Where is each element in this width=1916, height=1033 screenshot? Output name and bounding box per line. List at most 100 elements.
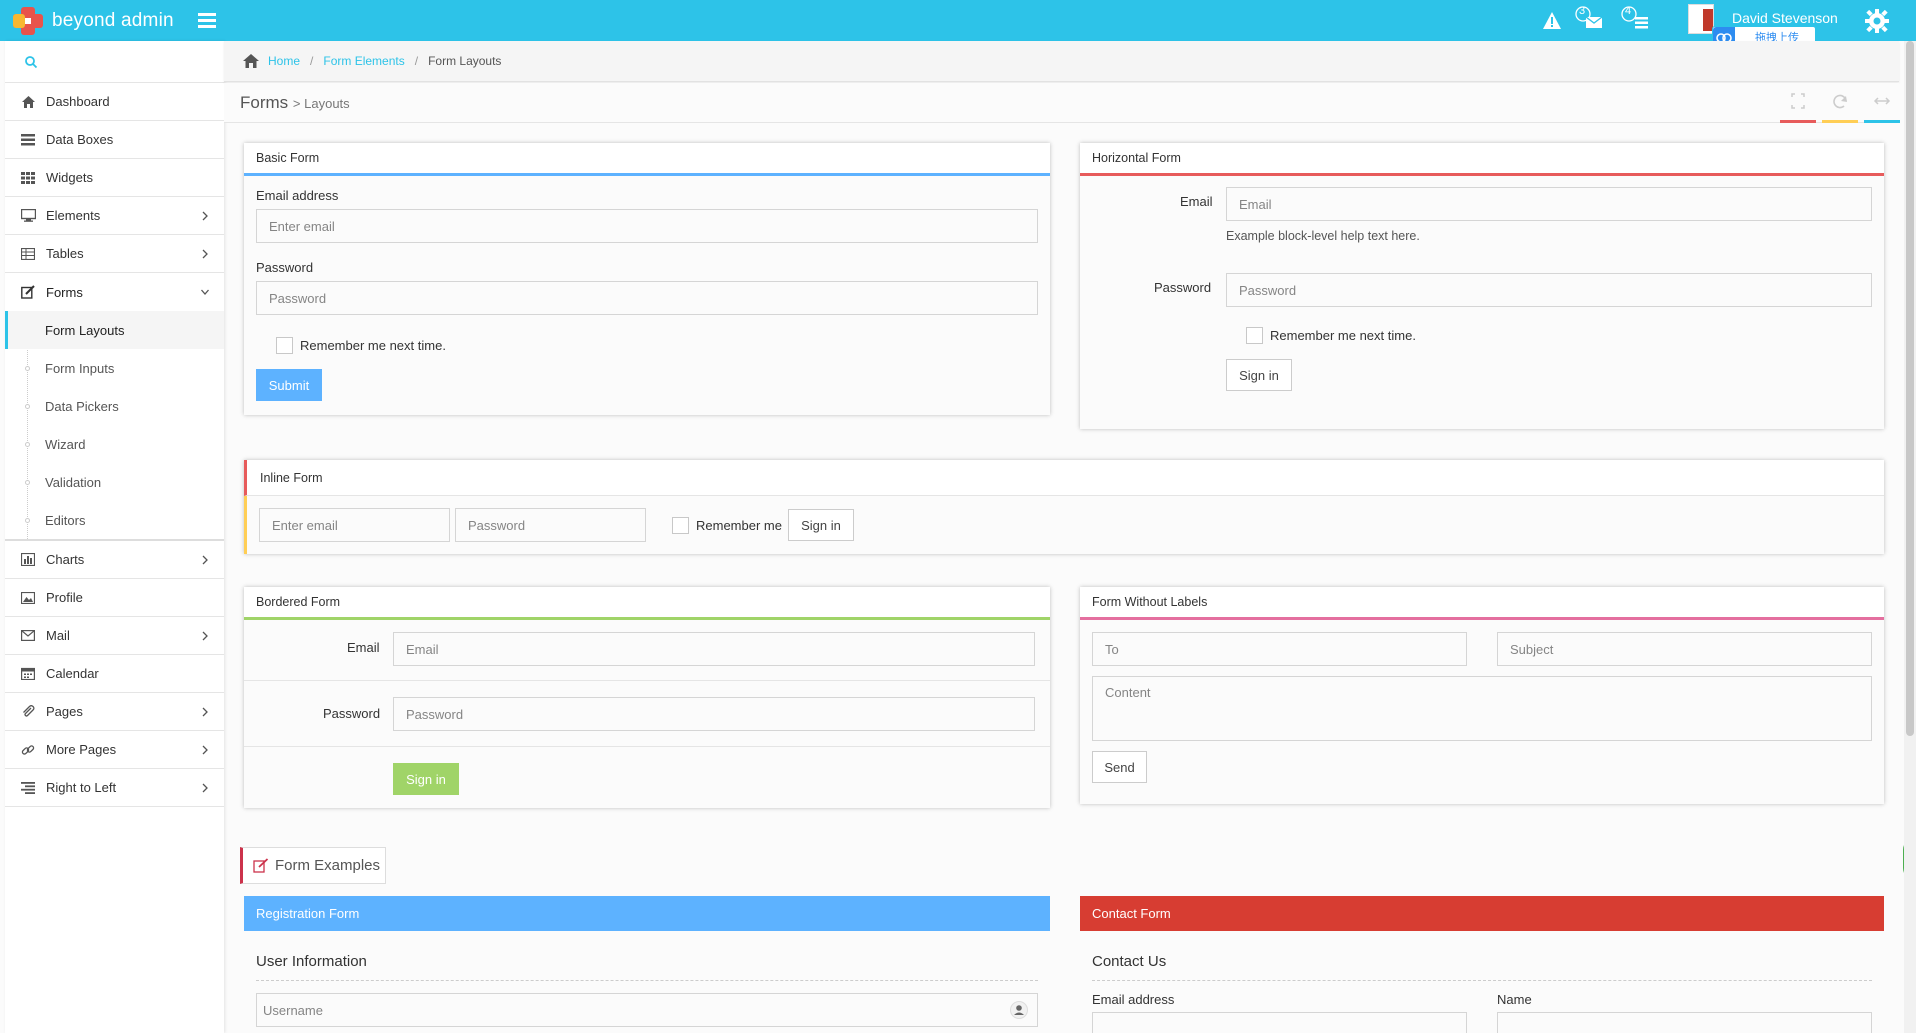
sidebar-item-label: Profile bbox=[46, 590, 83, 605]
avatar bbox=[1688, 4, 1714, 34]
sign-in-button[interactable]: Sign in bbox=[788, 509, 854, 541]
sidebar-subitem-label: Wizard bbox=[45, 436, 86, 452]
basic-form-header: Basic Form bbox=[244, 143, 1050, 176]
tasks-notification-button[interactable]: 4 bbox=[1618, 5, 1654, 35]
password-field[interactable]: Password bbox=[256, 281, 1038, 315]
data-boxes-icon bbox=[20, 132, 36, 148]
sidebar-item-label: Elements bbox=[46, 208, 101, 223]
horizontal-form-body: Email Email Example block-level help tex… bbox=[1080, 176, 1884, 426]
sidebar-item-dashboard[interactable]: Dashboard bbox=[5, 83, 224, 121]
password-label: Password bbox=[323, 706, 381, 721]
send-button[interactable]: Send bbox=[1092, 751, 1147, 783]
section-title: User Information bbox=[256, 953, 367, 970]
sidebar-item-right-to-left[interactable]: Right to Left bbox=[5, 769, 224, 807]
sidebar-subitem-label: Form Inputs bbox=[45, 360, 115, 376]
widget-title: Inline Form bbox=[260, 470, 323, 485]
sidebar-subitem-form-inputs[interactable]: Form Inputs bbox=[5, 349, 224, 387]
sign-in-button[interactable]: Sign in bbox=[1226, 359, 1292, 391]
contact-name-field[interactable] bbox=[1497, 1012, 1872, 1033]
breadcrumb-home[interactable]: Home bbox=[268, 54, 300, 68]
remember-checkbox[interactable] bbox=[276, 337, 293, 354]
remember-checkbox[interactable] bbox=[1246, 327, 1263, 344]
sidebar-item-more-pages[interactable]: More Pages bbox=[5, 731, 224, 769]
sidebar-item-label: Calendar bbox=[46, 666, 99, 681]
email-label: Email bbox=[347, 640, 380, 655]
to-field[interactable]: To bbox=[1092, 632, 1467, 666]
sidebar-item-label: Pages bbox=[46, 704, 83, 719]
contact-email-field[interactable] bbox=[1092, 1012, 1467, 1033]
email-field[interactable]: Enter email bbox=[259, 508, 450, 542]
widget-title: Contact Form bbox=[1092, 906, 1171, 921]
chevron-right-icon bbox=[202, 783, 208, 793]
content-textarea[interactable]: Content bbox=[1092, 676, 1872, 741]
subject-field[interactable]: Subject bbox=[1497, 632, 1872, 666]
password-field[interactable]: Password bbox=[393, 697, 1035, 731]
tab-label: Form Examples bbox=[275, 857, 381, 874]
sidebar-item-label: Forms bbox=[46, 284, 83, 300]
sidebar-item-elements[interactable]: Elements bbox=[5, 197, 224, 235]
no-labels-form-widget: Form Without Labels To Subject Content S… bbox=[1080, 587, 1884, 804]
user-menu[interactable]: David Stevenson 拖拽上传 bbox=[1688, 2, 1848, 47]
divider bbox=[1092, 980, 1872, 981]
sign-in-button[interactable]: Sign in bbox=[393, 763, 459, 795]
warning-icon[interactable] bbox=[1534, 5, 1570, 35]
email-field[interactable]: Email bbox=[1226, 187, 1872, 221]
sidebar-item-data-boxes[interactable]: Data Boxes bbox=[5, 121, 224, 159]
sidebar-item-calendar[interactable]: Calendar bbox=[5, 655, 224, 693]
email-field[interactable]: Email bbox=[393, 632, 1035, 666]
refresh-button[interactable] bbox=[1822, 91, 1858, 123]
sidebar-item-charts[interactable]: Charts bbox=[5, 541, 224, 579]
bordered-form-body: Email Email Password Password Sign in bbox=[244, 620, 1050, 805]
calendar-icon bbox=[20, 666, 36, 682]
fullscreen-button[interactable] bbox=[1780, 91, 1816, 123]
username-field[interactable]: Username bbox=[256, 993, 1038, 1027]
tasks-icon bbox=[1621, 6, 1648, 29]
page-subtitle: Layouts bbox=[304, 96, 350, 111]
sidebar-subitem-form-layouts[interactable]: Form Layouts bbox=[5, 311, 224, 349]
scrollbar[interactable] bbox=[1904, 41, 1916, 1033]
widget-title: Horizontal Form bbox=[1092, 151, 1181, 165]
submit-button[interactable]: Submit bbox=[256, 369, 322, 401]
tab-form-examples[interactable]: Form Examples bbox=[240, 847, 386, 884]
chevron-down-icon bbox=[201, 289, 209, 295]
gear-icon[interactable] bbox=[1864, 8, 1890, 34]
brand-logo[interactable]: beyond admin bbox=[10, 3, 174, 38]
sidebar-search-input[interactable] bbox=[43, 49, 213, 75]
email-label: Email bbox=[1180, 194, 1213, 209]
basic-form-widget: Basic Form Email address Enter email Pas… bbox=[244, 143, 1050, 415]
no-labels-form-header: Form Without Labels bbox=[1080, 587, 1884, 620]
breadcrumb-form-elements[interactable]: Form Elements bbox=[323, 54, 404, 68]
expand-icon bbox=[1791, 93, 1805, 109]
chevron-right-icon bbox=[202, 211, 208, 221]
user-name: David Stevenson bbox=[1732, 10, 1838, 26]
registration-form-header: Registration Form bbox=[244, 896, 1050, 931]
sidebar-toggle-icon[interactable] bbox=[198, 11, 216, 29]
sidebar-item-label: Dashboard bbox=[46, 94, 110, 109]
sidebar-item-label: Charts bbox=[46, 552, 85, 567]
sidebar-item-profile[interactable]: Profile bbox=[5, 579, 224, 617]
inline-form-header: Inline Form bbox=[244, 460, 1884, 496]
mail-notification-button[interactable]: 3 bbox=[1572, 5, 1608, 35]
sidebar: Dashboard Data Boxes Widgets Elements Ta… bbox=[5, 41, 224, 1033]
sidebar-item-forms[interactable]: Forms bbox=[5, 273, 224, 311]
sidebar-item-label: More Pages bbox=[46, 742, 117, 757]
sidebar-subitem-wizard[interactable]: Wizard bbox=[5, 425, 224, 463]
sidebar-item-mail[interactable]: Mail bbox=[5, 617, 224, 655]
page-header: Forms > Layouts bbox=[224, 83, 1900, 123]
collapse-button[interactable] bbox=[1864, 91, 1900, 123]
email-field[interactable]: Enter email bbox=[256, 209, 1038, 243]
sidebar-item-tables[interactable]: Tables bbox=[5, 235, 224, 273]
home-icon[interactable] bbox=[242, 53, 260, 69]
sidebar-subitem-editors[interactable]: Editors bbox=[5, 501, 224, 539]
sidebar-subitem-validation[interactable]: Validation bbox=[5, 463, 224, 501]
page-subtitle-separator: > bbox=[292, 96, 305, 111]
remember-checkbox[interactable] bbox=[672, 517, 689, 534]
sidebar-item-label: Widgets bbox=[46, 170, 93, 185]
password-field[interactable]: Password bbox=[1226, 273, 1872, 307]
sidebar-subitem-data-pickers[interactable]: Data Pickers bbox=[5, 387, 224, 425]
top-navbar: beyond admin 3 4 David Stevenson 拖拽上传 bbox=[0, 0, 1916, 47]
sidebar-item-pages[interactable]: Pages bbox=[5, 693, 224, 731]
scrollbar-thumb[interactable] bbox=[1906, 41, 1914, 736]
sidebar-item-widgets[interactable]: Widgets bbox=[5, 159, 224, 197]
password-field[interactable]: Password bbox=[455, 508, 646, 542]
